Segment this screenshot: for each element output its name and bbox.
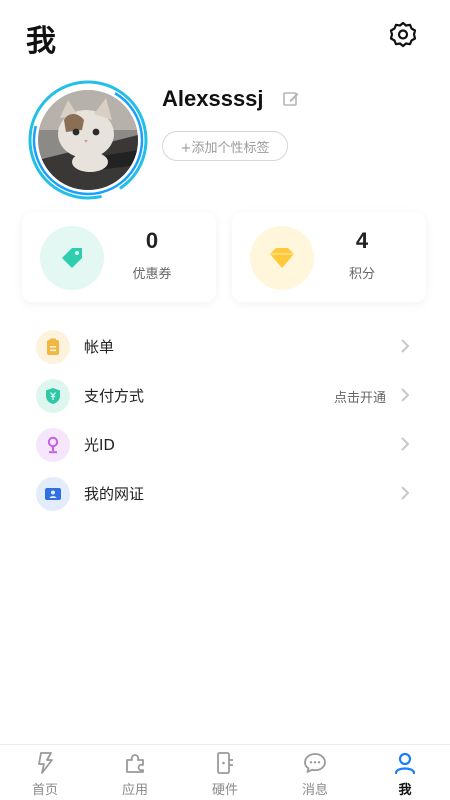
menu-item-bill[interactable]: 帐单	[0, 322, 450, 371]
tab-label: 硬件	[211, 783, 238, 798]
chevron-right-icon	[401, 388, 410, 402]
puzzle-icon	[126, 754, 144, 773]
bottom-tab-bar: 首页 应用 硬件 消息 我	[0, 744, 450, 800]
menu-label: 支付方式	[84, 387, 145, 405]
coupon-card[interactable]: 0 优惠券	[22, 212, 216, 302]
settings-button[interactable]	[386, 18, 420, 52]
menu-list: 帐单 支付方式 点击开通 光ID 我的网证	[0, 322, 450, 518]
points-card[interactable]: 4 积分	[232, 212, 426, 302]
cat-photo	[38, 90, 138, 190]
location-person-icon	[36, 428, 70, 462]
tab-me[interactable]: 我	[360, 745, 450, 800]
chevron-right-icon	[401, 486, 410, 500]
bill-icon	[36, 330, 70, 364]
tab-label: 消息	[301, 783, 328, 798]
device-icon	[217, 752, 233, 774]
tab-label: 我	[398, 783, 412, 798]
tab-hardware[interactable]: 硬件	[180, 745, 270, 800]
home-bolt-icon	[38, 752, 53, 774]
stats-section: 0 优惠券 4 积分	[0, 212, 450, 308]
menu-item-light-id[interactable]: 光ID	[0, 420, 450, 469]
page-title: 我	[26, 24, 56, 59]
menu-label: 帐单	[84, 338, 115, 356]
tab-label: 首页	[31, 783, 58, 798]
coupon-tag-icon	[40, 226, 104, 290]
add-tag-button[interactable]: +添加个性标签	[162, 131, 288, 161]
person-icon	[394, 752, 416, 775]
tab-home[interactable]: 首页	[0, 745, 90, 800]
tab-label: 应用	[121, 783, 148, 798]
chevron-right-icon	[401, 437, 410, 451]
top-header: 我	[0, 0, 450, 70]
menu-item-id-certificate[interactable]: 我的网证	[0, 469, 450, 518]
menu-label: 光ID	[84, 436, 115, 454]
chevron-right-icon	[401, 339, 410, 353]
gear-icon	[389, 21, 417, 48]
tab-apps[interactable]: 应用	[90, 745, 180, 800]
menu-hint: 点击开通	[333, 391, 386, 406]
points-count: 4	[355, 228, 369, 253]
tab-messages[interactable]: 消息	[270, 745, 360, 800]
shield-yen-icon	[36, 379, 70, 413]
coupon-count: 0	[145, 228, 159, 253]
coupon-label: 优惠券	[132, 267, 172, 282]
profile-section: Alexssssj +添加个性标签	[0, 70, 450, 200]
id-card-icon	[36, 477, 70, 511]
points-label: 积分	[348, 267, 375, 282]
edit-icon[interactable]	[282, 90, 300, 108]
avatar[interactable]	[26, 78, 150, 202]
message-icon	[304, 753, 326, 773]
username: Alexssssj	[162, 86, 264, 111]
diamond-icon	[250, 226, 314, 290]
menu-item-payment[interactable]: 支付方式 点击开通	[0, 371, 450, 420]
menu-label: 我的网证	[84, 485, 145, 503]
